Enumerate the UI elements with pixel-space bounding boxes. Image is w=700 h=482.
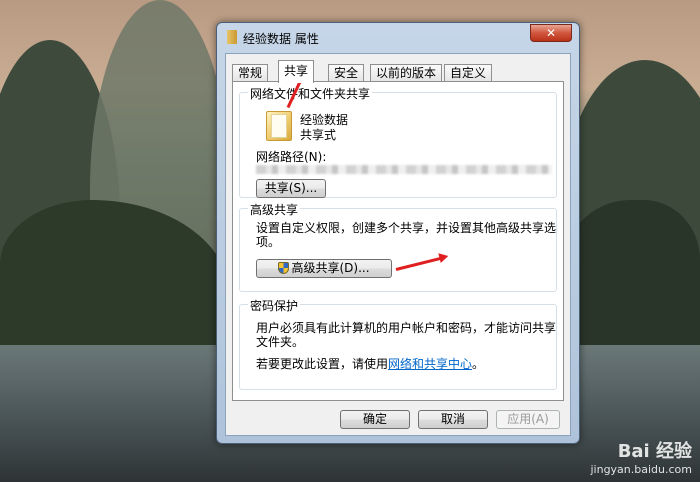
watermark-url: jingyan.baidu.com: [590, 463, 692, 476]
uac-shield-icon: [278, 262, 290, 274]
apply-button[interactable]: 应用(A): [496, 410, 560, 429]
background-trees: [560, 200, 700, 350]
sharing-tab-panel: 网络文件和文件夹共享 经验数据 共享式 网络路径(N): 共享(S)... 高级…: [232, 81, 564, 401]
dialog-client-area: 常规 共享 安全 以前的版本 自定义 网络文件和文件夹共享 经验数据 共享式 网…: [225, 53, 571, 436]
advanced-share-group: 高级共享 设置自定义权限，创建多个共享，并设置其他高级共享选 项。 高级共享(D…: [239, 201, 557, 292]
ok-button[interactable]: 确定: [340, 410, 410, 429]
share-button[interactable]: 共享(S)...: [256, 179, 326, 198]
change-setting-text: 若要更改此设置，请使用网络和共享中心。: [256, 355, 484, 372]
change-setting-prefix: 若要更改此设置，请使用: [256, 357, 389, 371]
properties-dialog: 经验数据 属性 ✕ 常规 共享 安全 以前的版本 自定义 网络文件和文件夹共享 …: [216, 22, 580, 444]
network-sharing-center-link[interactable]: 网络和共享中心: [388, 357, 472, 371]
close-button[interactable]: ✕: [530, 24, 572, 42]
shared-folder-icon: [266, 111, 292, 141]
network-path-label: 网络路径(N):: [256, 150, 327, 164]
tab-previous-versions[interactable]: 以前的版本: [370, 64, 443, 82]
advanced-share-description-line2: 项。: [256, 235, 281, 249]
network-share-legend: 网络文件和文件夹共享: [248, 85, 373, 102]
advanced-share-button-label: 高级共享(D)...: [291, 261, 370, 275]
watermark-logo: Bai 经验: [617, 441, 692, 462]
tab-sharing[interactable]: 共享: [278, 60, 315, 83]
network-path-value: [256, 165, 552, 174]
tab-general[interactable]: 常规: [232, 64, 269, 82]
change-setting-suffix: 。: [472, 357, 485, 371]
advanced-share-legend: 高级共享: [248, 201, 301, 218]
title-bar[interactable]: 经验数据 属性 ✕: [217, 23, 579, 51]
password-protection-group: 密码保护 用户必须具有此计算机的用户帐户和密码，才能访问共享 文件夹。 若要更改…: [239, 297, 557, 390]
password-protection-legend: 密码保护: [248, 297, 301, 314]
tab-security[interactable]: 安全: [328, 64, 365, 82]
folder-icon: [227, 30, 237, 44]
baidu-watermark: Bai 经验 jingyan.baidu.com: [590, 437, 692, 476]
password-description-line2: 文件夹。: [256, 335, 305, 349]
advanced-share-description-line1: 设置自定义权限，创建多个共享，并设置其他高级共享选: [256, 221, 557, 235]
advanced-share-button[interactable]: 高级共享(D)...: [256, 259, 392, 278]
cancel-button[interactable]: 取消: [418, 410, 488, 429]
tab-customize[interactable]: 自定义: [444, 64, 493, 82]
share-status: 共享式: [300, 128, 337, 142]
window-title: 经验数据 属性: [243, 32, 319, 46]
network-share-group: 网络文件和文件夹共享 经验数据 共享式 网络路径(N): 共享(S)...: [239, 85, 557, 198]
